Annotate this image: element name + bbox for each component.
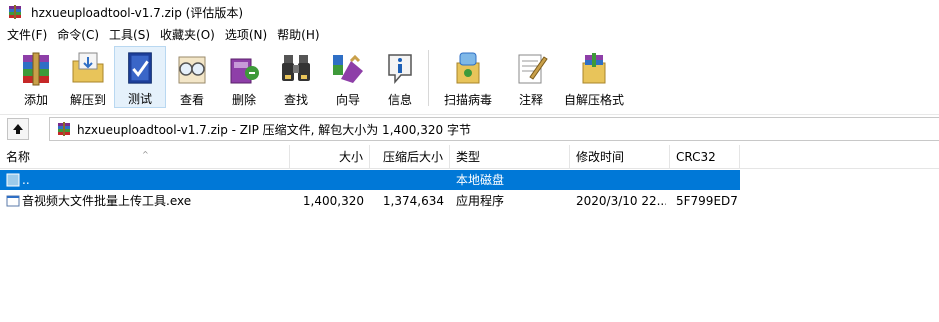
extract-to-button[interactable]: 解压到 (62, 46, 114, 108)
find-button[interactable]: 查找 (270, 46, 322, 108)
comment-icon (518, 54, 548, 84)
menu-tools[interactable]: 工具(S) (104, 25, 155, 45)
winrar-app-icon (9, 5, 21, 19)
sfx-button[interactable]: 自解压格式 (557, 46, 631, 108)
info-label: 信息 (387, 93, 412, 107)
menu-commands[interactable]: 命令(C) (52, 25, 104, 45)
find-label: 查找 (283, 93, 308, 107)
info-icon (388, 54, 412, 85)
sfx-icon (582, 53, 606, 84)
row-name: .. (22, 173, 30, 187)
comment-label: 注释 (518, 93, 543, 107)
row-modified: 2020/3/10 22... (576, 194, 666, 208)
address-path-text: hzxueuploadtool-v1.7.zip - ZIP 压缩文件, 解包大… (77, 122, 471, 137)
add-button[interactable]: 添加 (10, 46, 62, 108)
address-path-field[interactable]: hzxueuploadtool-v1.7.zip - ZIP 压缩文件, 解包大… (49, 117, 939, 141)
comment-button[interactable]: 注释 (505, 46, 557, 108)
add-label: 添加 (23, 93, 48, 107)
sfx-label: 自解压格式 (563, 93, 624, 107)
find-binoculars-icon (282, 55, 310, 81)
view-button[interactable]: 查看 (166, 46, 218, 108)
column-crc-label: CRC32 (676, 150, 716, 164)
delete-button[interactable]: 删除 (218, 46, 270, 108)
menu-file[interactable]: 文件(F) (2, 25, 52, 45)
view-label: 查看 (179, 93, 204, 107)
column-name-label: 名称 (6, 150, 31, 164)
menu-help[interactable]: 帮助(H) (272, 25, 324, 45)
column-size[interactable]: 大小 (290, 145, 370, 169)
virus-scan-button[interactable]: 扫描病毒 (431, 46, 505, 108)
column-modified[interactable]: 修改时间 (570, 145, 670, 169)
file-list: 名称 ^ 大小 压缩后大小 类型 修改时间 CRC32 .. 本地磁盘 音视频大… (0, 145, 939, 322)
column-crc[interactable]: CRC32 (670, 145, 740, 169)
menu-options[interactable]: 选项(N) (220, 25, 272, 45)
column-packed-label: 压缩后大小 (382, 150, 443, 164)
column-modified-label: 修改时间 (576, 150, 625, 164)
test-label: 测试 (127, 92, 152, 106)
up-arrow-icon (13, 124, 23, 134)
archive-icon (58, 122, 70, 136)
wizard-label: 向导 (335, 93, 360, 107)
exe-file-icon (6, 195, 20, 207)
list-header: 名称 ^ 大小 压缩后大小 类型 修改时间 CRC32 (0, 145, 939, 169)
delete-label: 删除 (231, 93, 256, 107)
table-row[interactable]: 音视频大文件批量上传工具.exe 1,400,320 1,374,634 应用程… (0, 191, 740, 211)
row-type: 应用程序 (456, 194, 505, 208)
info-button[interactable]: 信息 (374, 46, 426, 108)
test-archive-icon (128, 52, 152, 84)
menu-bar: 文件(F) 命令(C) 工具(S) 收藏夹(O) 选项(N) 帮助(H) (0, 25, 939, 45)
row-packed: 1,374,634 (382, 194, 444, 208)
row-type: 本地磁盘 (456, 173, 505, 187)
column-size-label: 大小 (338, 150, 363, 164)
wizard-button[interactable]: 向导 (322, 46, 374, 108)
column-name[interactable]: 名称 ^ (0, 145, 290, 169)
extract-to-label: 解压到 (69, 93, 106, 107)
row-crc: 5F799ED7 (676, 194, 738, 208)
virus-scan-icon (456, 52, 480, 84)
up-folder-button[interactable] (7, 118, 29, 140)
toolbar: 添加 解压到 测试 查看 删除 查找 向导 信息 扫描病毒 注释 自解压格式 (0, 46, 939, 110)
view-glasses-icon (178, 56, 206, 84)
parent-folder-icon (6, 173, 20, 187)
delete-icon (230, 58, 259, 84)
add-archive-icon (23, 52, 49, 86)
toolbar-separator (428, 50, 429, 106)
menu-favorites[interactable]: 收藏夹(O) (155, 25, 220, 45)
virus-scan-label: 扫描病毒 (443, 93, 492, 107)
sort-up-icon: ^ (142, 150, 149, 159)
test-button[interactable]: 测试 (114, 46, 166, 108)
extract-folder-icon (72, 52, 104, 83)
column-type[interactable]: 类型 (450, 145, 570, 169)
wizard-icon (333, 54, 363, 83)
title-bar: hzxueuploadtool-v1.7.zip (评估版本) (0, 0, 939, 24)
row-name: 音视频大文件批量上传工具.exe (22, 194, 192, 208)
address-bar: hzxueuploadtool-v1.7.zip - ZIP 压缩文件, 解包大… (0, 114, 939, 142)
window-title: hzxueuploadtool-v1.7.zip (评估版本) (31, 5, 244, 20)
row-size: 1,400,320 (302, 194, 364, 208)
column-type-label: 类型 (456, 150, 481, 164)
column-packed[interactable]: 压缩后大小 (370, 145, 450, 169)
table-row[interactable]: .. 本地磁盘 (0, 170, 740, 190)
